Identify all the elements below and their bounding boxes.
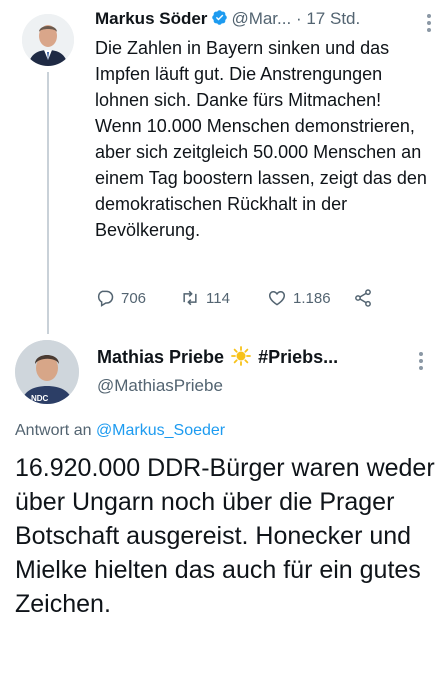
avatar-markus-soeder[interactable] [22, 14, 74, 66]
separator-dot: · [295, 9, 302, 28]
tweet-timestamp[interactable]: 17 Std. [306, 9, 360, 28]
more-options-icon[interactable] [426, 14, 432, 35]
reply-count: 706 [121, 289, 147, 307]
replying-to-line: Antwort an @Markus_Soeder [15, 422, 225, 440]
avatar-mathias-priebe[interactable]: NDC [15, 340, 79, 404]
author-handle[interactable]: @Mar... [231, 9, 291, 28]
share-icon [355, 289, 371, 307]
more-options-icon[interactable] [418, 352, 424, 373]
tweet-text: 16.920.000 DDR-Bürger waren weder über U… [15, 454, 435, 618]
sun-emoji-icon [231, 346, 251, 371]
like-count: 1.186 [293, 289, 331, 307]
tweet-text: Die Zahlen in Bayern sinken und das Impf… [95, 38, 427, 240]
heart-icon [268, 290, 286, 306]
tweet-header: Markus Söder @Mar... · 17 Std. [95, 9, 425, 33]
reply-icon [97, 290, 114, 307]
tweet-header: Mathias Priebe #Priebs... [97, 346, 417, 371]
author-name-suffix[interactable]: #Priebs... [258, 347, 338, 367]
share-button[interactable] [353, 288, 373, 308]
reply-button[interactable]: 706 [95, 288, 146, 308]
retweet-button[interactable]: 114 [180, 288, 230, 308]
avatar-portrait-icon [22, 14, 74, 66]
replying-prefix: Antwort an [15, 422, 92, 439]
replying-to-link[interactable]: @Markus_Soeder [96, 422, 225, 439]
svg-text:NDC: NDC [31, 394, 49, 403]
tweet-mathias-priebe[interactable]: NDC Mathias Priebe #Priebs... @MathiasPr… [0, 334, 441, 686]
retweet-icon [183, 290, 197, 306]
retweet-count: 114 [206, 289, 230, 307]
avatar-portrait-icon: NDC [15, 340, 79, 404]
author-name[interactable]: Mathias Priebe [97, 347, 224, 367]
tweet-markus-soeder[interactable]: Markus Söder @Mar... · 17 Std. Die Zahlen… [0, 0, 441, 334]
author-handle[interactable]: @MathiasPriebe [97, 376, 223, 396]
verified-badge-icon [211, 9, 228, 26]
thread-connector-line [47, 72, 49, 334]
author-name[interactable]: Markus Söder [95, 9, 207, 28]
tweet-actions: 706 114 1.186 [95, 288, 425, 312]
like-button[interactable]: 1.186 [267, 288, 331, 308]
